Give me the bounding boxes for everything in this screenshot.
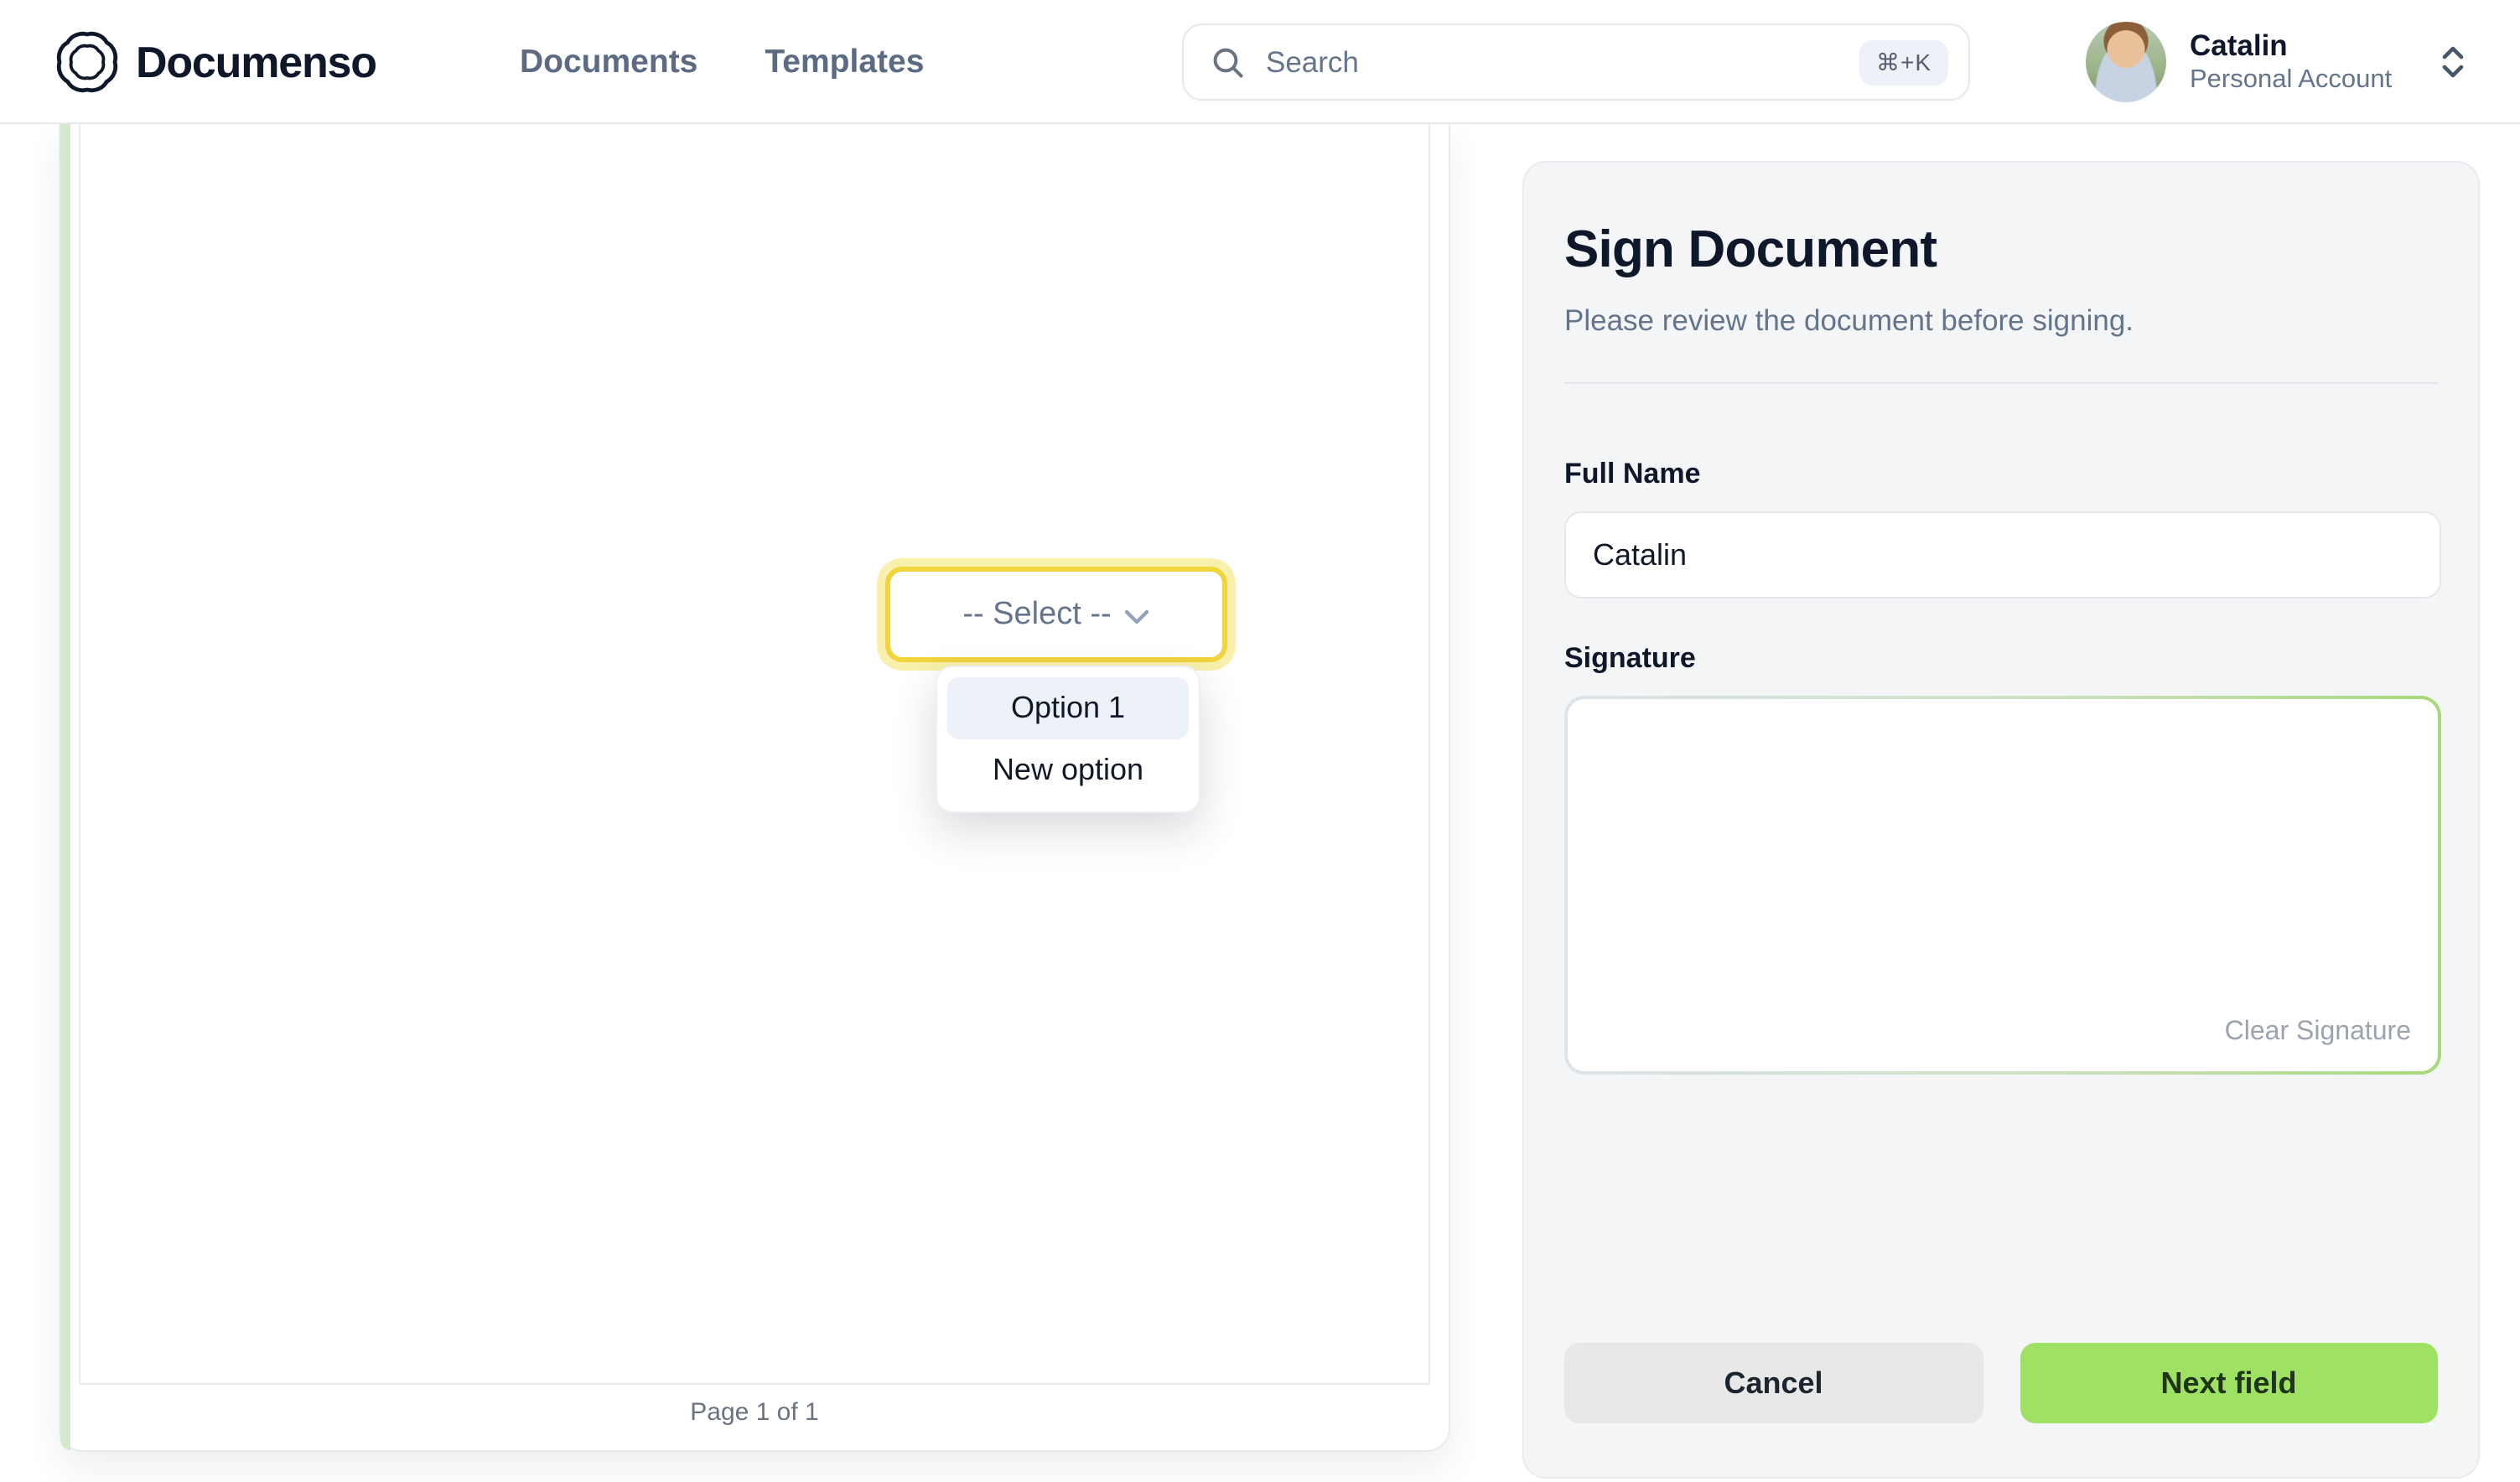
document-viewer-card: -- Select -- Option 1 New option Page 1 … [59, 124, 1450, 1452]
search-shortcut-badge: ⌘+K [1859, 39, 1948, 85]
search-icon [1211, 44, 1246, 80]
account-texts: Catalin Personal Account [2190, 27, 2424, 97]
top-navbar: Documenso Documents Templates Search ⌘+K… [0, 0, 2520, 124]
page-indicator: Page 1 of 1 [60, 1398, 1449, 1427]
chevron-up-down-icon [2438, 44, 2468, 80]
document-select-field[interactable]: -- Select -- [885, 567, 1227, 662]
brand-logo[interactable]: Documenso [55, 30, 376, 94]
main-nav: Documents Templates [520, 0, 924, 124]
select-dropdown-menu: Option 1 New option [936, 666, 1200, 813]
search-bar[interactable]: Search ⌘+K [1182, 23, 1970, 101]
signature-label: Signature [1564, 642, 2438, 676]
full-name-input[interactable] [1564, 511, 2441, 598]
next-field-button[interactable]: Next field [2020, 1343, 2438, 1423]
documenso-seal-icon [55, 30, 119, 94]
chevron-down-icon [1123, 608, 1150, 624]
account-menu-trigger[interactable]: Catalin Personal Account [2086, 22, 2468, 102]
select-field-value: -- Select -- [962, 596, 1111, 633]
pdf-page: -- Select -- Option 1 New option [79, 124, 1430, 1385]
select-option-1[interactable]: Option 1 [947, 677, 1189, 739]
cancel-button[interactable]: Cancel [1564, 1343, 1983, 1423]
document-accent-stripe [60, 124, 70, 1450]
nav-documents[interactable]: Documents [520, 43, 697, 81]
app-root: Documenso Documents Templates Search ⌘+K… [0, 0, 2520, 1482]
panel-actions: Cancel Next field [1564, 1343, 2438, 1423]
panel-title: Sign Document [1564, 220, 2438, 280]
full-name-label: Full Name [1564, 458, 2438, 491]
signature-pad[interactable]: Clear Signature [1568, 699, 2438, 1071]
sign-document-panel: Sign Document Please review the document… [1522, 161, 2480, 1479]
nav-templates[interactable]: Templates [765, 43, 924, 81]
search-placeholder: Search [1266, 44, 1859, 80]
signature-pad-border: Clear Signature [1564, 696, 2441, 1075]
user-avatar [2086, 22, 2166, 102]
select-option-2[interactable]: New option [947, 739, 1189, 801]
panel-subtitle: Please review the document before signin… [1564, 303, 2438, 339]
account-type: Personal Account [2190, 64, 2424, 97]
account-name: Catalin [2190, 27, 2424, 64]
panel-divider [1564, 382, 2438, 384]
brand-name: Documenso [136, 30, 376, 94]
clear-signature-button[interactable]: Clear Signature [2225, 1018, 2411, 1048]
